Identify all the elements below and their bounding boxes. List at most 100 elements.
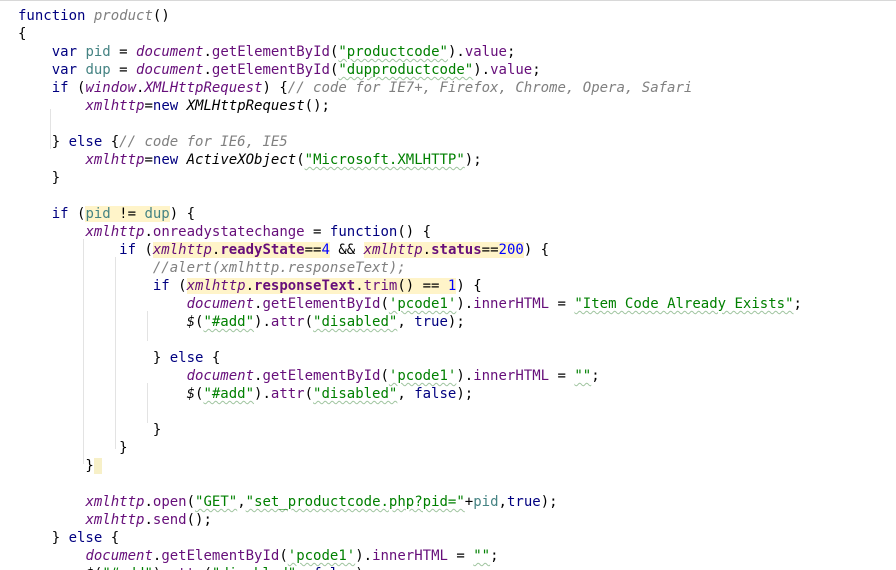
code-line[interactable]: { bbox=[18, 25, 26, 43]
code-token: = bbox=[447, 548, 474, 564]
code-line[interactable]: //alert(xmlhttp.responseText); bbox=[18, 259, 406, 277]
code-token: "GET" bbox=[195, 494, 238, 510]
code-token: "#add" bbox=[203, 386, 255, 402]
code-token: "dupproductcode" bbox=[338, 62, 474, 78]
code-token: getElementById bbox=[262, 296, 381, 312]
code-token: document bbox=[136, 44, 204, 60]
code-token: } bbox=[18, 458, 94, 474]
code-token: getElementById bbox=[161, 548, 280, 564]
code-token: ); bbox=[355, 566, 372, 570]
code-line[interactable]: var dup = document.getElementById("duppr… bbox=[18, 61, 541, 79]
code-token: ) { bbox=[456, 278, 482, 294]
code-line[interactable]: } bbox=[18, 169, 60, 187]
code-line[interactable]: document.getElementById('pcode1').innerH… bbox=[18, 547, 498, 565]
code-token: $ bbox=[186, 386, 196, 402]
code-token: { bbox=[102, 134, 120, 150]
code-token: else bbox=[68, 134, 103, 150]
code-token: if bbox=[51, 206, 69, 222]
code-token: . bbox=[144, 224, 153, 240]
code-line[interactable]: xmlhttp.onreadystatechange = function() … bbox=[18, 223, 431, 241]
code-token: // code for IE6, IE5 bbox=[119, 134, 288, 150]
code-token: innerHTML bbox=[473, 368, 550, 384]
code-token: ). bbox=[153, 566, 170, 570]
code-editor[interactable]: function product(){ var pid = document.g… bbox=[0, 0, 896, 570]
code-token: ; bbox=[793, 296, 802, 312]
code-token: ( bbox=[68, 80, 86, 96]
code-token: send bbox=[152, 512, 187, 528]
code-token: "" bbox=[574, 368, 592, 384]
code-token: ). bbox=[355, 548, 373, 564]
code-line[interactable]: document.getElementById('pcode1').innerH… bbox=[18, 367, 600, 385]
code-line[interactable]: $("#add").attr("disabled", true); bbox=[18, 313, 465, 331]
code-token: . bbox=[355, 278, 364, 294]
code-line[interactable]: } else {// code for IE6, IE5 bbox=[18, 133, 288, 151]
code-line[interactable]: if (window.XMLHttpRequest) {// code for … bbox=[18, 79, 693, 97]
code-token: = bbox=[110, 44, 137, 60]
code-token: status bbox=[431, 242, 482, 258]
code-token: true bbox=[414, 314, 448, 330]
code-token: innerHTML bbox=[372, 548, 448, 564]
code-line[interactable]: xmlhttp.open("GET","set_productcode.php?… bbox=[18, 493, 557, 511]
code-token: != bbox=[110, 206, 145, 222]
code-line[interactable]: document.getElementById('pcode1').innerH… bbox=[18, 295, 802, 313]
code-token: pid bbox=[85, 44, 111, 60]
code-token: = bbox=[549, 296, 575, 312]
code-token: "#add" bbox=[102, 566, 153, 570]
code-line[interactable]: if (pid != dup) { bbox=[18, 205, 195, 223]
code-token: ) { bbox=[169, 206, 196, 222]
code-token: = bbox=[110, 62, 137, 78]
code-token: pid bbox=[473, 494, 499, 510]
code-token: ( bbox=[279, 548, 288, 564]
code-line[interactable]: if (xmlhttp.readyState==4 && xmlhttp.sta… bbox=[18, 241, 549, 259]
code-line[interactable]: function product() bbox=[18, 7, 170, 25]
code-token: attr bbox=[270, 386, 305, 402]
code-token: ( bbox=[136, 242, 153, 258]
code-token: = bbox=[549, 368, 575, 384]
code-line[interactable]: } bbox=[18, 421, 161, 439]
code-token: new bbox=[152, 152, 179, 168]
code-token: ( bbox=[186, 494, 196, 510]
code-token bbox=[93, 458, 103, 474]
code-line[interactable]: if (xmlhttp.responseText.trim() == 1) { bbox=[18, 277, 482, 295]
code-token: ( bbox=[304, 386, 314, 402]
code-token: ( bbox=[68, 206, 86, 222]
code-line[interactable]: xmlhttp.send(); bbox=[18, 511, 211, 529]
code-token: , bbox=[397, 314, 415, 330]
code-token: xmlhttp bbox=[85, 224, 145, 240]
code-token: 200 bbox=[498, 242, 524, 258]
code-token: getElementById bbox=[262, 368, 381, 384]
code-token: $ bbox=[85, 566, 93, 570]
code-token: } bbox=[18, 170, 61, 186]
code-line[interactable]: $("#add").attr("disabled", false); bbox=[18, 385, 474, 403]
code-token: () == bbox=[397, 278, 448, 294]
code-token: . bbox=[144, 494, 153, 510]
code-token: document bbox=[136, 62, 204, 78]
code-token: if bbox=[152, 278, 170, 294]
code-token: } bbox=[18, 422, 162, 438]
code-line[interactable]: xmlhttp=new ActiveXObject("Microsoft.XML… bbox=[18, 151, 481, 169]
code-line[interactable]: } else { bbox=[18, 529, 119, 547]
code-line[interactable]: var pid = document.getElementById("produ… bbox=[18, 43, 516, 61]
code-token: window bbox=[85, 80, 137, 96]
code-line[interactable]: } else { bbox=[18, 349, 220, 367]
code-line[interactable]: $("#add").attr("disabled", false); bbox=[18, 565, 372, 570]
code-token: 'pcode1' bbox=[388, 296, 457, 312]
code-token: ( bbox=[296, 152, 305, 168]
code-token: ; bbox=[532, 62, 541, 78]
code-line[interactable]: xmlhttp=new XMLHttpRequest(); bbox=[18, 97, 330, 115]
code-token: getElementById bbox=[211, 62, 330, 78]
code-token: xmlhttp bbox=[152, 242, 212, 258]
code-token: innerHTML bbox=[473, 296, 550, 312]
code-line[interactable]: } bbox=[18, 439, 127, 457]
code-token: ( bbox=[380, 296, 389, 312]
code-line[interactable]: } bbox=[18, 457, 103, 475]
